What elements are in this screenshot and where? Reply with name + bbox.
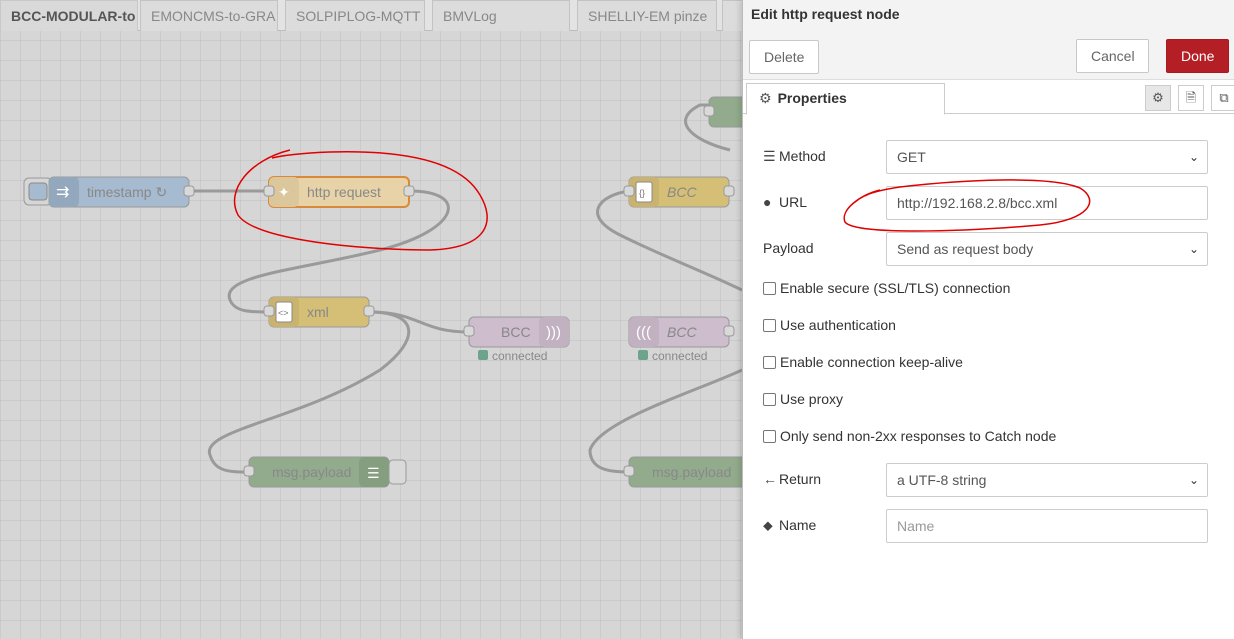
tab-properties-label: Properties bbox=[777, 90, 847, 106]
url-label: URL bbox=[779, 194, 808, 210]
tag-icon: ⬥ bbox=[763, 517, 773, 533]
gear-icon: ⚙ bbox=[759, 90, 772, 106]
ssl-checkbox-row[interactable]: Enable secure (SSL/TLS) connection bbox=[763, 280, 1010, 300]
method-select[interactable]: GET ⌄ bbox=[886, 140, 1208, 174]
chevron-down-icon: ⌄ bbox=[1188, 150, 1199, 164]
globe-icon: ● bbox=[763, 194, 772, 210]
chevron-down-icon: ⌄ bbox=[1188, 473, 1199, 487]
node-http-request[interactable]: ✦ http request bbox=[263, 176, 415, 208]
node-bcc-mqtt-in[interactable]: ((( BCC connected bbox=[628, 316, 735, 363]
node-bcc-mqtt-out-status: connected bbox=[492, 349, 547, 363]
flow-workspace[interactable]: BCC-MODULAR-to EMONCMS-to-GRA SOLPIPLOG-… bbox=[0, 0, 742, 639]
globe-icon: ✦ bbox=[278, 184, 290, 200]
debug-list-icon: ☰ bbox=[367, 465, 380, 481]
wire-http-xml bbox=[227, 189, 450, 314]
tray-title: Edit http request node bbox=[751, 6, 900, 22]
payload-select-value: Send as request body bbox=[897, 241, 1034, 257]
return-select[interactable]: a UTF-8 string ⌄ bbox=[886, 463, 1208, 497]
json-icon: {} bbox=[639, 188, 645, 198]
name-label: Name bbox=[779, 517, 817, 533]
payload-select[interactable]: Send as request body ⌄ bbox=[886, 232, 1208, 266]
node-timestamp[interactable]: ⇉ timestamp ↻ bbox=[23, 176, 195, 208]
appearance-tab-frame-icon[interactable]: ⧉ bbox=[1211, 85, 1234, 111]
non2xx-checkbox[interactable] bbox=[763, 430, 776, 443]
chevron-down-icon: ⌄ bbox=[1188, 242, 1199, 256]
url-input[interactable]: http://192.168.2.8/bcc.xml bbox=[886, 186, 1208, 220]
arrow-left-icon: ← bbox=[763, 471, 777, 487]
url-row: ● URL http://192.168.2.8/bcc.xml bbox=[763, 186, 1208, 220]
tab-properties[interactable]: ⚙ Properties bbox=[746, 83, 945, 115]
node-bcc-mqtt-in-status: connected bbox=[652, 349, 707, 363]
method-row: ☰ Method GET ⌄ bbox=[763, 140, 1208, 174]
name-input[interactable] bbox=[886, 509, 1208, 543]
return-row: ← Return a UTF-8 string ⌄ bbox=[763, 463, 1208, 497]
node-bcc-function-label: BCC bbox=[667, 184, 697, 200]
edit-tray: Edit http request node Delete Cancel Don… bbox=[742, 0, 1234, 639]
proxy-checkbox-row[interactable]: Use proxy bbox=[763, 391, 843, 411]
node-debug-1[interactable]: ☰ msg.payload bbox=[243, 456, 407, 488]
node-partial-top[interactable] bbox=[703, 96, 742, 128]
node-xml-label: xml bbox=[307, 304, 329, 320]
description-tab-document-icon[interactable]: 🗎 bbox=[1178, 85, 1204, 111]
node-debug-2[interactable]: msg.payload bbox=[623, 456, 742, 488]
tray-header: Edit http request node Delete Cancel Don… bbox=[743, 0, 1234, 80]
wire-xml-bcc bbox=[368, 310, 470, 334]
keepalive-checkbox-row[interactable]: Enable connection keep-alive bbox=[763, 354, 963, 374]
done-button[interactable]: Done bbox=[1166, 39, 1229, 73]
cancel-button[interactable]: Cancel bbox=[1076, 39, 1149, 73]
non2xx-label: Only send non-2xx responses to Catch nod… bbox=[780, 428, 1057, 444]
xml-icon: <> bbox=[278, 308, 289, 318]
svg-text:⇉: ⇉ bbox=[56, 184, 69, 201]
wire-xml-debug bbox=[207, 310, 411, 474]
flow-canvas: ⇉ timestamp ↻ ✦ http request <> xml))) … bbox=[23, 96, 742, 488]
delete-button[interactable]: Delete bbox=[749, 40, 819, 74]
keepalive-checkbox[interactable] bbox=[763, 356, 776, 369]
node-bcc-mqtt-in-label: BCC bbox=[667, 324, 697, 340]
node-debug-2-label: msg.payload bbox=[652, 464, 731, 480]
node-xml[interactable]: <> xml bbox=[263, 296, 375, 328]
method-select-value: GET bbox=[897, 149, 926, 165]
ssl-label: Enable secure (SSL/TLS) connection bbox=[780, 280, 1011, 296]
name-row: ⬥ Name bbox=[763, 509, 1208, 543]
mqtt-in-icon: ((( bbox=[636, 324, 651, 341]
auth-checkbox[interactable] bbox=[763, 319, 776, 332]
tray-tabs: ⚙ Properties ⚙ 🗎 ⧉ bbox=[743, 80, 1234, 115]
return-label: Return bbox=[779, 471, 822, 487]
node-bcc-mqtt-out-label: BCC bbox=[501, 324, 531, 340]
node-bcc-mqtt-out[interactable]: ))) BCC connected bbox=[463, 316, 570, 363]
payload-label: Payload bbox=[763, 240, 814, 256]
payload-row: Payload Send as request body ⌄ bbox=[763, 232, 1208, 266]
ssl-checkbox[interactable] bbox=[763, 282, 776, 295]
auth-label: Use authentication bbox=[780, 317, 896, 333]
keepalive-label: Enable connection keep-alive bbox=[780, 354, 963, 370]
proxy-label: Use proxy bbox=[780, 391, 844, 407]
url-input-value: http://192.168.2.8/bcc.xml bbox=[897, 195, 1058, 211]
auth-checkbox-row[interactable]: Use authentication bbox=[763, 317, 896, 337]
node-debug-1-label: msg.payload bbox=[272, 464, 351, 480]
node-http-request-label: http request bbox=[307, 184, 381, 200]
node-bcc-function[interactable]: {} BCC bbox=[623, 176, 735, 208]
return-select-value: a UTF-8 string bbox=[897, 472, 987, 488]
node-timestamp-label: timestamp ↻ bbox=[87, 184, 167, 200]
settings-tab-gear-icon[interactable]: ⚙ bbox=[1145, 85, 1171, 111]
mqtt-icon: ))) bbox=[546, 324, 561, 341]
list-icon: ☰ bbox=[763, 148, 776, 164]
method-label: Method bbox=[779, 148, 826, 164]
proxy-checkbox[interactable] bbox=[763, 393, 776, 406]
non2xx-checkbox-row[interactable]: Only send non-2xx responses to Catch nod… bbox=[763, 428, 1056, 448]
